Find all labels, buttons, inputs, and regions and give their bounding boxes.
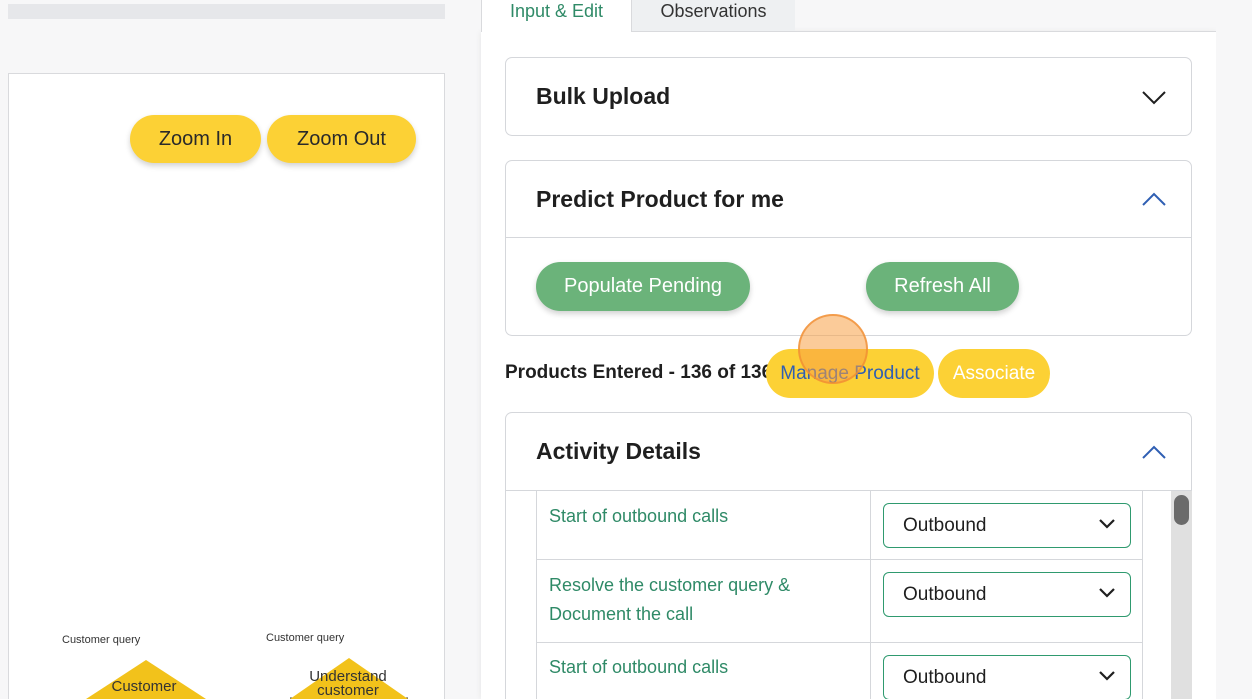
activity-type-select[interactable]: Outbound xyxy=(883,503,1131,548)
chevron-down-icon xyxy=(1099,519,1115,529)
chevron-down-icon xyxy=(1099,671,1115,681)
click-indicator xyxy=(798,314,868,384)
tab-input-edit[interactable]: Input & Edit xyxy=(481,0,632,32)
zoom-in-button[interactable]: Zoom In xyxy=(130,115,261,163)
chevron-down-icon xyxy=(1099,588,1115,598)
diagram-node-label: Customer xyxy=(111,678,177,695)
table-row: Start of outbound calls Outbound xyxy=(536,491,1143,560)
accordion-header[interactable]: Predict Product for me xyxy=(506,161,1191,238)
column-divider xyxy=(870,643,871,699)
table-row: Start of outbound calls Outbound xyxy=(536,643,1143,699)
activity-name: Start of outbound calls xyxy=(549,506,729,526)
products-entered-count: Products Entered - 136 of 136 xyxy=(505,362,773,383)
column-divider xyxy=(870,491,871,559)
tab-observations[interactable]: Observations xyxy=(632,0,795,32)
accordion-title: Predict Product for me xyxy=(536,185,784,212)
chevron-up-icon[interactable] xyxy=(1141,191,1167,207)
scrollbar-thumb[interactable] xyxy=(1174,495,1189,525)
app-root: Zoom In Zoom Out Customer query Customer… xyxy=(0,0,1252,699)
accordion-header[interactable]: Activity Details xyxy=(506,413,1191,491)
activity-type-select[interactable]: Outbound xyxy=(883,655,1131,699)
process-diagram-canvas[interactable] xyxy=(8,73,445,699)
select-value: Outbound xyxy=(903,666,987,688)
flow-label: Customer query xyxy=(62,634,141,646)
left-toolbar xyxy=(8,4,445,19)
select-value: Outbound xyxy=(903,514,987,536)
accordion-header[interactable]: Bulk Upload xyxy=(506,58,1191,135)
table-row: Resolve the customer query & Document th… xyxy=(536,560,1143,643)
associate-button[interactable]: Associate xyxy=(938,349,1050,398)
flow-label: Customer query xyxy=(266,632,345,644)
chevron-up-icon[interactable] xyxy=(1141,444,1167,460)
accordion-title: Activity Details xyxy=(536,438,701,464)
populate-pending-button[interactable]: Populate Pending xyxy=(536,262,750,311)
chevron-down-icon[interactable] xyxy=(1141,89,1167,105)
column-divider xyxy=(870,560,871,642)
zoom-out-button[interactable]: Zoom Out xyxy=(267,115,416,163)
accordion-title: Bulk Upload xyxy=(536,83,671,109)
refresh-all-button[interactable]: Refresh All xyxy=(866,262,1019,311)
bulk-upload-accordion[interactable]: Bulk Upload xyxy=(505,57,1192,136)
activity-type-select[interactable]: Outbound xyxy=(883,572,1131,617)
diagram-node-label: Understand customer xyxy=(309,668,387,699)
page-margin xyxy=(1216,4,1252,699)
tabs-divider xyxy=(632,31,1216,32)
select-value: Outbound xyxy=(903,583,987,605)
activity-name: Start of outbound calls xyxy=(549,657,729,677)
activity-name: Resolve the customer query & Document th… xyxy=(549,575,791,624)
